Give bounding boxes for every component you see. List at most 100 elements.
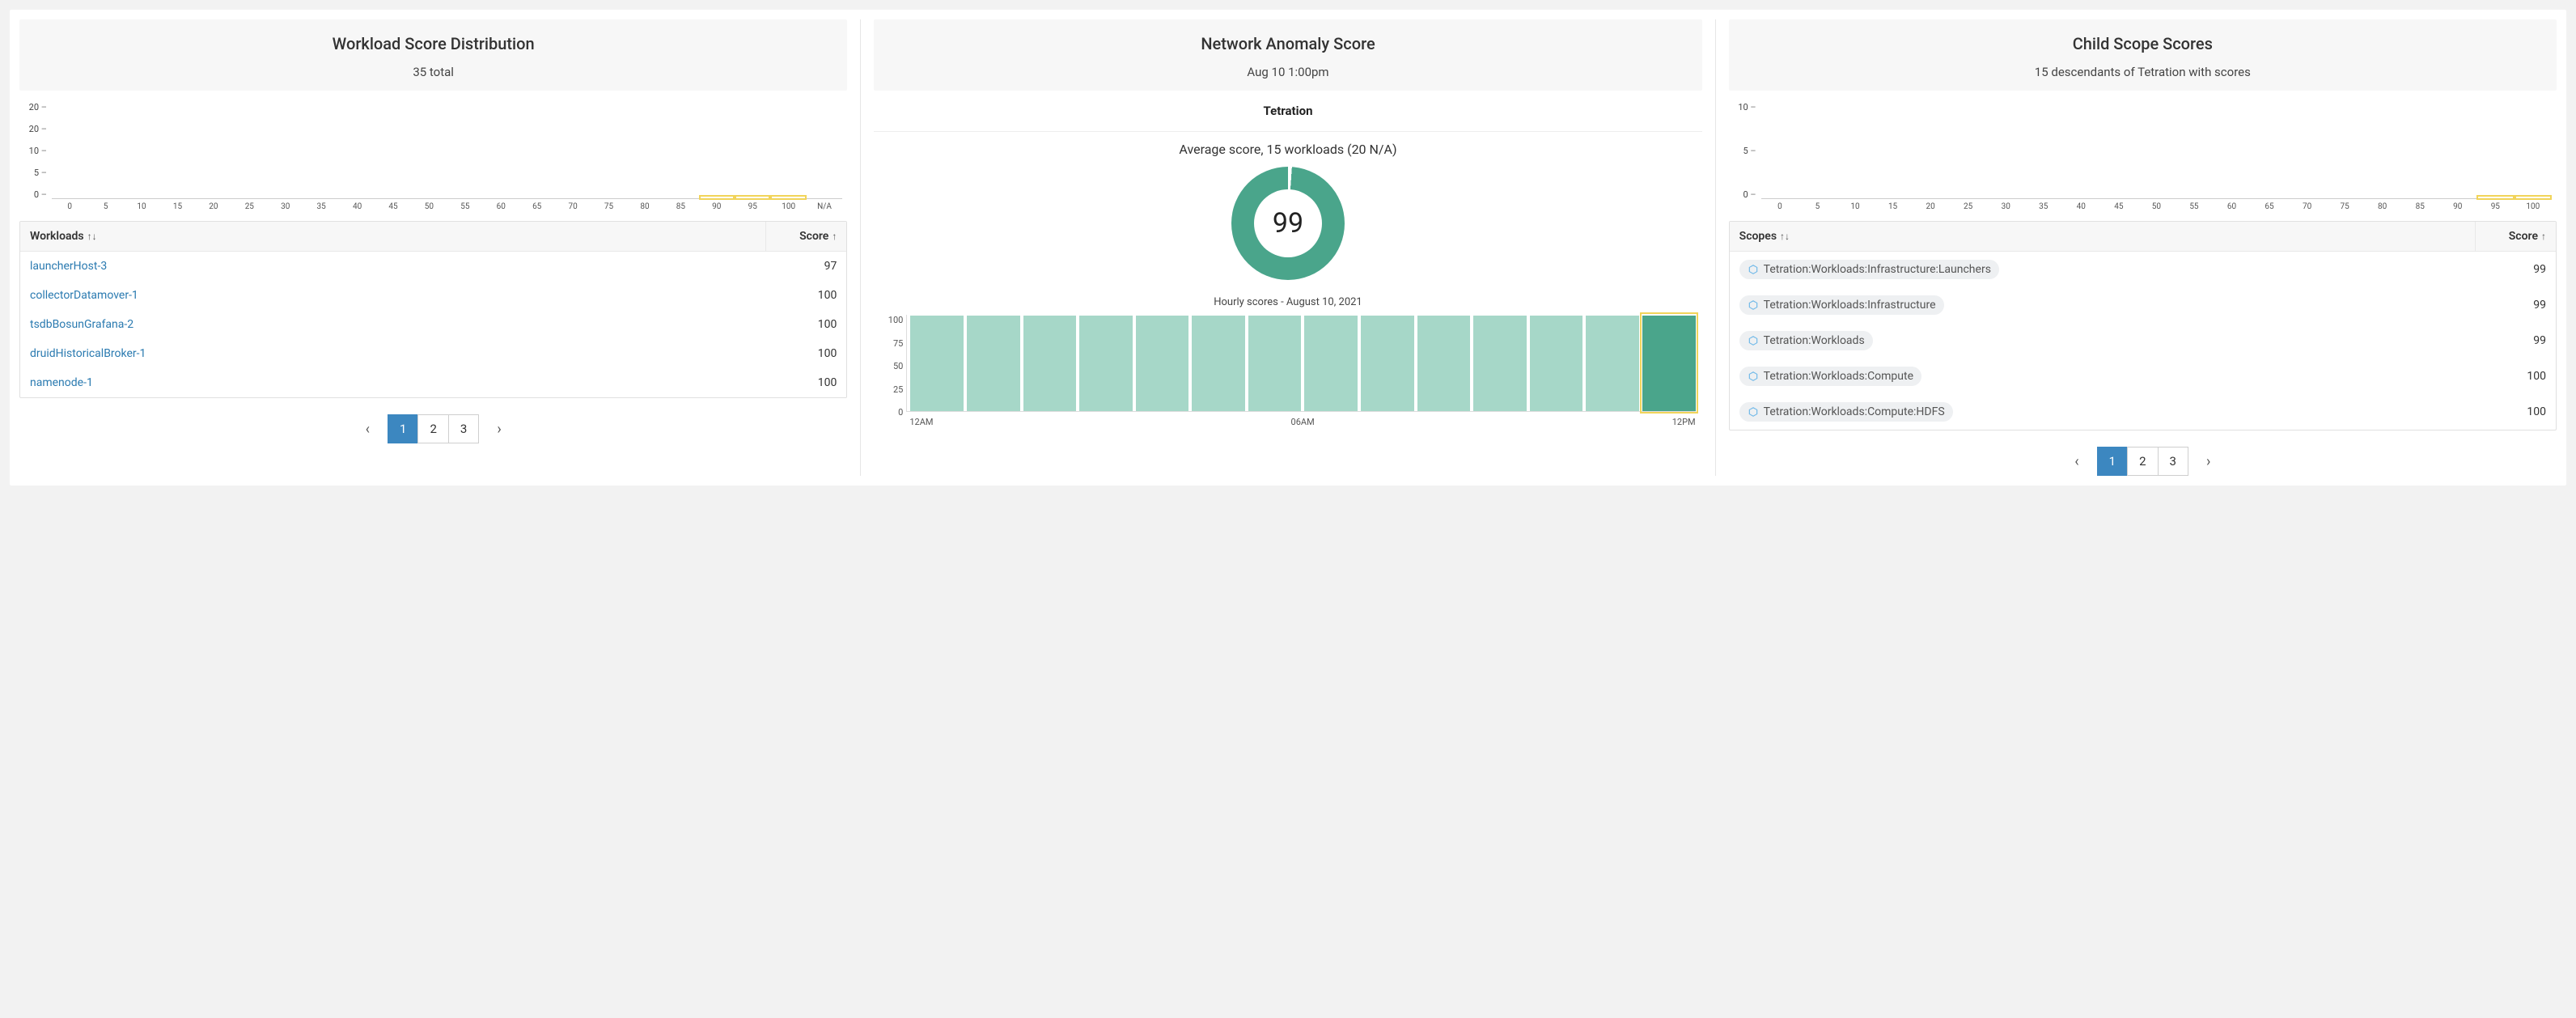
table-row: collectorDatamover-1100 <box>20 281 846 310</box>
row-score: 100 <box>765 289 837 302</box>
sort-both-icon: ↑↓ <box>87 231 97 242</box>
table-row: tsdbBosunGrafana-2100 <box>20 310 846 339</box>
scope-histogram-x-axis: 0510152025303540455055606570758085909510… <box>1761 202 2552 211</box>
page-button[interactable]: 2 <box>417 414 448 443</box>
sort-asc-icon: ↑ <box>832 231 837 242</box>
page-button[interactable]: 3 <box>2158 447 2188 476</box>
row-score: 100 <box>2475 405 2546 418</box>
row-score: 99 <box>2475 299 2546 312</box>
score-value: 99 <box>1254 189 1322 257</box>
workload-link[interactable]: druidHistoricalBroker-1 <box>30 347 765 360</box>
workload-col-score[interactable]: Score ↑ <box>765 222 846 251</box>
hourly-bar[interactable] <box>967 316 1020 411</box>
row-score: 99 <box>2475 263 2546 276</box>
page-button[interactable]: 3 <box>448 414 479 443</box>
scope-chip[interactable]: Tetration:Workloads <box>1739 331 1873 350</box>
hourly-y-axis: 1007550250 <box>877 315 903 418</box>
scope-pager: ‹ 123 › <box>1729 447 2557 476</box>
cube-icon <box>1748 335 1759 346</box>
scope-panel-header: Child Scope Scores 15 descendants of Tet… <box>1729 19 2557 91</box>
score-donut: 99 <box>1231 167 1345 280</box>
scope-chip[interactable]: Tetration:Workloads:Infrastructure <box>1739 295 1944 315</box>
scope-col-name[interactable]: Scopes ↑↓ <box>1730 222 2475 251</box>
workload-link[interactable]: tsdbBosunGrafana-2 <box>30 318 765 331</box>
table-row: Tetration:Workloads:Infrastructure:Launc… <box>1730 252 2556 287</box>
scope-chip[interactable]: Tetration:Workloads:Infrastructure:Launc… <box>1739 260 1999 279</box>
page-button[interactable]: 1 <box>2097 447 2128 476</box>
table-row: Tetration:Workloads:Compute:HDFS 100 <box>1730 394 2556 430</box>
table-row: namenode-1100 <box>20 368 846 397</box>
prev-page-button[interactable]: ‹ <box>359 418 376 441</box>
cube-icon <box>1748 264 1759 275</box>
page-button[interactable]: 2 <box>2127 447 2158 476</box>
page-button[interactable]: 1 <box>388 414 418 443</box>
workload-col-name-label: Workloads <box>30 230 84 243</box>
hourly-bar[interactable] <box>1586 316 1639 411</box>
cube-icon <box>1748 371 1759 382</box>
hourly-bar[interactable] <box>1473 316 1527 411</box>
hourly-bar[interactable] <box>910 316 964 411</box>
hourly-x-axis: 12AM 06AM 12PM <box>906 417 1695 427</box>
workload-link[interactable]: launcherHost-3 <box>30 260 765 273</box>
scope-histogram-y-axis: 1050 <box>1729 102 1756 200</box>
hourly-bar[interactable] <box>1192 316 1245 411</box>
hourly-bar[interactable] <box>1079 316 1133 411</box>
anomaly-panel-header: Network Anomaly Score Aug 10 1:00pm <box>874 19 1701 91</box>
hourly-bars[interactable] <box>906 315 1695 412</box>
workload-link[interactable]: collectorDatamover-1 <box>30 289 765 302</box>
scope-histogram-bars[interactable] <box>1761 102 2552 199</box>
workload-panel: Workload Score Distribution 35 total 202… <box>19 19 847 476</box>
prev-page-button[interactable]: ‹ <box>2068 450 2085 473</box>
scope-name: Tetration <box>874 104 1701 118</box>
scope-panel: Child Scope Scores 15 descendants of Tet… <box>1729 19 2557 476</box>
anomaly-panel-subtitle: Aug 10 1:00pm <box>882 65 1693 79</box>
row-score: 100 <box>765 376 837 389</box>
cube-icon <box>1748 299 1759 311</box>
row-score: 100 <box>765 318 837 331</box>
workload-histogram: 20201050 0510152025303540455055606570758… <box>19 91 847 214</box>
row-score: 100 <box>765 347 837 360</box>
hourly-x-tick: 06AM <box>1291 417 1315 427</box>
average-score-label: Average score, 15 workloads (20 N/A) <box>874 142 1701 157</box>
workload-col-score-label: Score <box>799 230 828 243</box>
workload-pager: ‹ 123 › <box>19 414 847 443</box>
scope-chip[interactable]: Tetration:Workloads:Compute:HDFS <box>1739 402 1953 422</box>
scope-chip[interactable]: Tetration:Workloads:Compute <box>1739 367 1921 386</box>
scope-col-score-label: Score <box>2509 230 2538 243</box>
table-row: Tetration:Workloads99 <box>1730 323 2556 358</box>
hourly-bar[interactable] <box>1304 316 1358 411</box>
scope-table: Scopes ↑↓ Score ↑ Tetration:Workloads:In… <box>1729 221 2557 431</box>
workload-link[interactable]: namenode-1 <box>30 376 765 389</box>
workload-histogram-bars[interactable] <box>52 102 842 199</box>
hourly-bar[interactable] <box>1136 316 1189 411</box>
hourly-bar[interactable] <box>1248 316 1302 411</box>
anomaly-panel-title: Network Anomaly Score <box>882 34 1693 53</box>
hourly-bar[interactable] <box>1361 316 1414 411</box>
hourly-bar[interactable] <box>1642 316 1696 411</box>
scope-chip-label: Tetration:Workloads:Compute:HDFS <box>1764 405 1945 418</box>
scope-panel-title: Child Scope Scores <box>1737 34 2548 53</box>
hourly-bar[interactable] <box>1530 316 1583 411</box>
workload-table: Workloads ↑↓ Score ↑ launcherHost-397col… <box>19 221 847 398</box>
hourly-bar[interactable] <box>1023 316 1077 411</box>
workload-panel-header: Workload Score Distribution 35 total <box>19 19 847 91</box>
scope-histogram: 1050 05101520253035404550556065707580859… <box>1729 91 2557 214</box>
scope-chip-label: Tetration:Workloads:Infrastructure:Launc… <box>1764 263 1991 276</box>
next-page-button[interactable]: › <box>490 418 507 441</box>
row-score: 100 <box>2475 370 2546 383</box>
workload-table-header: Workloads ↑↓ Score ↑ <box>20 222 846 252</box>
cube-icon <box>1748 406 1759 418</box>
workload-histogram-y-axis: 20201050 <box>19 102 47 200</box>
sort-both-icon: ↑↓ <box>1780 231 1790 242</box>
scope-table-header: Scopes ↑↓ Score ↑ <box>1730 222 2556 252</box>
workload-col-name[interactable]: Workloads ↑↓ <box>20 222 765 251</box>
scope-col-name-label: Scopes <box>1739 230 1777 243</box>
table-row: launcherHost-397 <box>20 252 846 281</box>
next-page-button[interactable]: › <box>2200 450 2217 473</box>
scope-col-score[interactable]: Score ↑ <box>2475 222 2556 251</box>
anomaly-panel: Network Anomaly Score Aug 10 1:00pm Tetr… <box>874 19 1701 476</box>
hourly-chart-title: Hourly scores - August 10, 2021 <box>874 296 1701 308</box>
hourly-bar[interactable] <box>1417 316 1471 411</box>
workload-panel-subtitle: 35 total <box>28 65 839 79</box>
scope-chip-label: Tetration:Workloads:Infrastructure <box>1764 299 1936 312</box>
